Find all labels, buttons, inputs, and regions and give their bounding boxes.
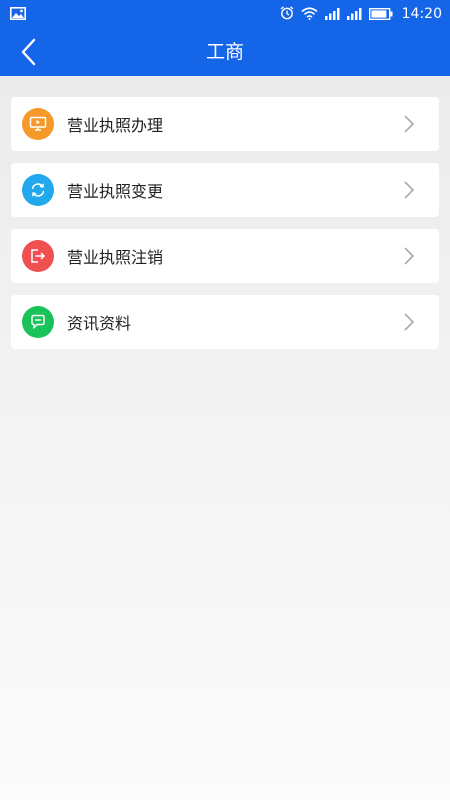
monitor-icon xyxy=(22,108,54,140)
menu-item-info[interactable]: 资讯资料 xyxy=(11,295,439,349)
battery-icon xyxy=(368,5,393,24)
page-title: 工商 xyxy=(205,41,244,63)
chevron-right-icon xyxy=(404,115,415,133)
chevron-right-icon xyxy=(404,313,415,331)
signal-icon xyxy=(346,5,362,24)
menu-item-license-change[interactable]: 营业执照变更 xyxy=(11,163,439,217)
menu-item-label: 营业执照注销 xyxy=(67,248,164,267)
menu-list: 营业执照办理 营业执照变更 营业执照注销 资讯资料 xyxy=(11,97,439,361)
menu-item-label: 营业执照办理 xyxy=(67,116,164,135)
chevron-right-icon xyxy=(404,247,415,265)
image-icon xyxy=(10,5,26,24)
chat-icon xyxy=(22,306,54,338)
logout-icon xyxy=(22,240,54,272)
menu-item-label: 资讯资料 xyxy=(67,314,132,333)
app-bar: 工商 xyxy=(0,28,450,76)
back-button[interactable] xyxy=(10,36,46,68)
menu-item-license-apply[interactable]: 营业执照办理 xyxy=(11,97,439,151)
status-time: 14:20 xyxy=(401,6,442,22)
alarm-icon xyxy=(280,5,294,24)
wifi-icon xyxy=(301,5,318,24)
menu-item-license-cancel[interactable]: 营业执照注销 xyxy=(11,229,439,283)
menu-item-label: 营业执照变更 xyxy=(67,182,164,201)
signal-icon xyxy=(324,5,340,24)
status-bar: 14:20 xyxy=(0,0,450,28)
refresh-icon xyxy=(22,174,54,206)
chevron-right-icon xyxy=(404,181,415,199)
back-arrow-icon xyxy=(21,38,36,66)
